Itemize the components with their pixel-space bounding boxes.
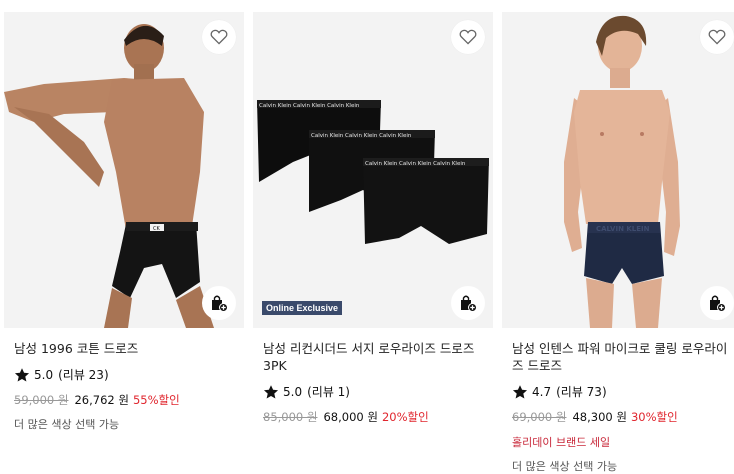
add-to-cart-button[interactable] xyxy=(202,286,236,320)
original-price: 85,000 원 xyxy=(263,410,318,424)
product-image[interactable]: CK xyxy=(4,12,244,328)
wishlist-button[interactable] xyxy=(451,20,485,54)
product-rating: 5.0 (리뷰 23) xyxy=(14,366,244,383)
discount-rate: 55%할인 xyxy=(132,393,180,407)
price-row: 59,000 원 26,762 원 55%할인 xyxy=(14,392,244,408)
waistband-text: Calvin Klein Calvin Klein Calvin Klein xyxy=(259,103,360,109)
heart-outline-icon xyxy=(708,29,726,45)
product-image[interactable]: Calvin Klein Calvin Klein Calvin Klein C… xyxy=(253,12,493,328)
product-rating: 5.0 (리뷰 1) xyxy=(263,383,493,400)
product-card[interactable]: CALVIN KLEIN 남성 인텐스 파워 마이크로 쿨링 로우라이즈 드로즈… xyxy=(502,12,734,474)
waistband-text: Calvin Klein Calvin Klein Calvin Klein xyxy=(311,133,412,139)
product-name[interactable]: 남성 인텐스 파워 마이크로 쿨링 로우라이즈 드로즈 xyxy=(512,340,734,374)
review-count: (리뷰 23) xyxy=(58,368,109,382)
sale-price: 68,000 원 xyxy=(323,410,378,424)
rating-value: 5.0 xyxy=(283,384,303,399)
model-photo: CK xyxy=(4,12,244,328)
product-rating: 4.7 (리뷰 73) xyxy=(512,383,734,400)
discount-rate: 30%할인 xyxy=(630,410,678,424)
review-count: (리뷰 1) xyxy=(307,385,350,399)
shopping-bag-plus-icon xyxy=(212,295,228,312)
product-photo: Calvin Klein Calvin Klein Calvin Klein C… xyxy=(253,12,493,328)
sale-price: 48,300 원 xyxy=(572,410,627,424)
wishlist-button[interactable] xyxy=(202,20,236,54)
heart-outline-icon xyxy=(459,29,477,45)
star-filled-icon xyxy=(263,384,279,399)
rating-value: 4.7 xyxy=(532,384,552,399)
product-name[interactable]: 남성 리컨시더드 서지 로우라이즈 드로즈 3PK xyxy=(263,340,485,374)
product-grid: CK 남성 1996 코튼 드로즈 5.0 (리뷰 23) 59,000 원 2… xyxy=(0,0,734,474)
online-exclusive-badge: Online Exclusive xyxy=(262,301,343,315)
model-photo: CALVIN KLEIN xyxy=(502,12,734,328)
star-filled-icon xyxy=(14,367,30,382)
product-card[interactable]: CK 남성 1996 코튼 드로즈 5.0 (리뷰 23) 59,000 원 2… xyxy=(4,12,244,432)
heart-outline-icon xyxy=(210,29,228,45)
more-colors-text: 더 많은 색상 선택 가능 xyxy=(14,418,120,431)
star-filled-icon xyxy=(512,384,528,399)
original-price: 69,000 원 xyxy=(512,410,567,424)
review-count: (리뷰 73) xyxy=(556,385,607,399)
product-card[interactable]: Calvin Klein Calvin Klein Calvin Klein C… xyxy=(253,12,493,425)
shopping-bag-plus-icon xyxy=(461,295,477,312)
promo-label: 홀리데이 브랜드 세일 xyxy=(512,436,611,449)
original-price: 59,000 원 xyxy=(14,393,69,407)
add-to-cart-button[interactable] xyxy=(700,286,734,320)
sale-price: 26,762 원 xyxy=(74,393,129,407)
wishlist-button[interactable] xyxy=(700,20,734,54)
price-row: 69,000 원 48,300 원 30%할인 xyxy=(512,409,734,425)
product-name[interactable]: 남성 1996 코튼 드로즈 xyxy=(14,340,236,357)
waistband-text: CALVIN KLEIN xyxy=(596,225,650,233)
discount-rate: 20%할인 xyxy=(381,410,429,424)
product-image[interactable]: CALVIN KLEIN xyxy=(502,12,734,328)
add-to-cart-button[interactable] xyxy=(451,286,485,320)
waistband-text: Calvin Klein Calvin Klein Calvin Klein xyxy=(365,161,466,167)
waistband-logo: CK xyxy=(153,226,160,232)
shopping-bag-plus-icon xyxy=(710,295,726,312)
price-row: 85,000 원 68,000 원 20%할인 xyxy=(263,409,493,425)
rating-value: 5.0 xyxy=(34,367,54,382)
